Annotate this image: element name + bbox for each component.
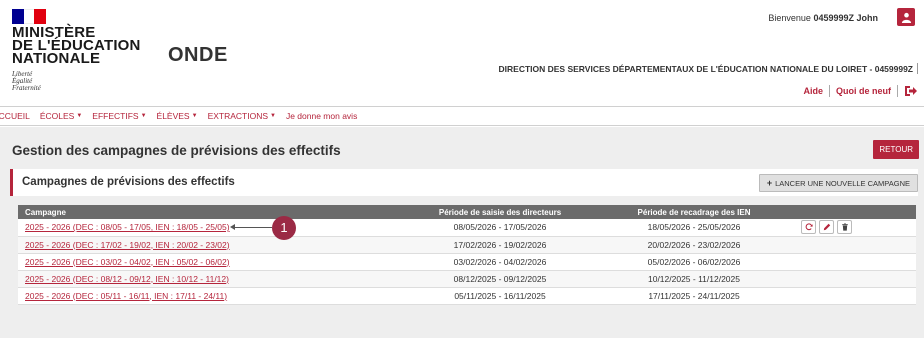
logout-icon[interactable] xyxy=(904,84,918,98)
recadrage-period: 10/12/2025 - 11/12/2025 xyxy=(647,273,740,284)
table-row: 2025 - 2026 (DEC : 08/05 - 17/05, IEN : … xyxy=(18,216,916,240)
panel-header: Campagnes de prévisions des effectifs + L… xyxy=(10,169,918,196)
caret-down-icon: ▼ xyxy=(76,113,83,119)
campaign-link[interactable]: 2025 - 2026 (DEC : 08/12 - 09/12, IEN : … xyxy=(25,274,229,284)
campaigns-panel: Campagnes de prévisions des effectifs + L… xyxy=(10,169,918,334)
refresh-icon xyxy=(805,223,813,231)
campaign-link[interactable]: 2025 - 2026 (DEC : 03/02 - 04/02, IEN : … xyxy=(25,257,230,267)
actions-cell xyxy=(784,287,916,304)
site-header: MINISTÈRE DE L'ÉDUCATION NATIONALE Liber… xyxy=(0,0,924,106)
campaign-cell: 2025 - 2026 (DEC : 08/12 - 09/12, IEN : … xyxy=(18,270,396,287)
nav-label: ÉLÈVES xyxy=(156,111,190,121)
saisie-period: 17/02/2026 - 19/02/2026 xyxy=(453,239,547,250)
header-links: Aide Quoi de neuf xyxy=(803,84,918,98)
help-link[interactable]: Aide xyxy=(803,86,823,96)
annotation-arrow xyxy=(230,224,272,230)
actions-cell xyxy=(784,219,916,236)
back-button[interactable]: RETOUR xyxy=(873,140,919,159)
user-menu-button[interactable] xyxy=(897,8,915,26)
nav-accueil[interactable]: ACCUEIL xyxy=(0,111,35,121)
new-campaign-label: LANCER UNE NOUVELLE CAMPAGNE xyxy=(775,179,910,188)
nav-label: ÉCOLES xyxy=(39,111,75,121)
actions-cell xyxy=(784,236,916,253)
republic-motto: Liberté Égalité Fraternité xyxy=(12,71,41,92)
nav-avis[interactable]: Je donne mon avis xyxy=(281,111,362,121)
caret-down-icon: ▼ xyxy=(191,113,198,119)
column-header-recadrage[interactable]: Période de recadrage des IEN xyxy=(604,205,784,219)
nav-eleves[interactable]: ÉLÈVES ▼ xyxy=(152,111,203,121)
recadrage-period: 20/02/2026 - 23/02/2026 xyxy=(647,239,741,250)
welcome-prefix: Bienvenue xyxy=(768,13,811,23)
campaign-cell: 2025 - 2026 (DEC : 08/05 - 17/05, IEN : … xyxy=(18,216,396,240)
ministry-name: MINISTÈRE DE L'ÉDUCATION NATIONALE xyxy=(12,25,141,66)
nav-extractions[interactable]: EXTRACTIONS ▼ xyxy=(203,111,281,121)
actions-cell xyxy=(784,270,916,287)
saisie-period: 08/05/2026 - 17/05/2026 xyxy=(453,222,547,233)
recadrage-period: 17/11/2025 - 24/11/2025 xyxy=(648,290,740,301)
actions-cell xyxy=(784,253,916,270)
saisie-period: 03/02/2026 - 04/02/2026 xyxy=(453,256,547,267)
caret-down-icon: ▼ xyxy=(270,113,276,119)
plus-icon: + xyxy=(766,178,773,188)
column-header-campagne[interactable]: Campagne xyxy=(18,205,396,219)
recadrage-period: 18/05/2026 - 25/05/2026 xyxy=(647,222,741,233)
nav-ecoles[interactable]: ÉCOLES ▼ xyxy=(35,111,87,121)
campaign-link[interactable]: 2025 - 2026 (DEC : 17/02 - 19/02, IEN : … xyxy=(25,240,230,250)
trash-icon xyxy=(841,223,848,231)
column-header-actions xyxy=(784,205,916,219)
campaign-link[interactable]: 2025 - 2026 (DEC : 05/11 - 16/11, IEN : … xyxy=(25,291,227,301)
campaign-cell: 2025 - 2026 (DEC : 03/02 - 04/02, IEN : … xyxy=(18,253,396,270)
user-icon xyxy=(901,12,911,23)
nav-label: ACCUEIL xyxy=(0,111,30,121)
saisie-period: 05/11/2025 - 16/11/2025 xyxy=(454,290,546,301)
delete-button[interactable] xyxy=(837,220,852,235)
nav-label: EFFECTIFS xyxy=(92,111,139,121)
edit-button[interactable] xyxy=(819,220,834,235)
recadrage-period: 05/02/2026 - 06/02/2026 xyxy=(647,256,741,267)
nav-label: Je donne mon avis xyxy=(285,111,358,121)
table-row: 2025 - 2026 (DEC : 17/02 - 19/02, IEN : … xyxy=(18,236,916,253)
welcome-text: Bienvenue 0459999Z John xyxy=(768,13,878,23)
panel-title: Campagnes de prévisions des effectifs xyxy=(22,176,235,188)
app-name: ONDE xyxy=(168,44,228,66)
table-row: 2025 - 2026 (DEC : 08/12 - 09/12, IEN : … xyxy=(18,270,916,287)
divider xyxy=(897,85,898,97)
main-nav: ACCUEIL ÉCOLES▼ EFFECTIFS▼ ÉLÈVES▼ EXTRA… xyxy=(0,106,924,126)
page-title: Gestion des campagnes de prévisions des … xyxy=(12,143,341,158)
campaign-link[interactable]: 2025 - 2026 (DEC : 08/05 - 17/05, IEN : … xyxy=(25,222,230,232)
main-content: Gestion des campagnes de prévisions des … xyxy=(0,127,924,338)
nav-label: EXTRACTIONS xyxy=(207,111,269,121)
news-link[interactable]: Quoi de neuf xyxy=(836,86,891,96)
campaign-cell: 2025 - 2026 (DEC : 17/02 - 19/02, IEN : … xyxy=(18,236,396,253)
nav-effectifs[interactable]: EFFECTIFS ▼ xyxy=(87,111,151,121)
marianne-flag-logo xyxy=(12,9,46,24)
divider xyxy=(829,85,830,97)
table-header-row: Campagne Période de saisie des directeur… xyxy=(18,205,916,219)
saisie-period: 08/12/2025 - 09/12/2025 xyxy=(453,273,547,284)
column-header-saisie[interactable]: Période de saisie des directeurs xyxy=(396,205,604,219)
table-row: 2025 - 2026 (DEC : 05/11 - 16/11, IEN : … xyxy=(18,287,916,304)
new-campaign-button[interactable]: + LANCER UNE NOUVELLE CAMPAGNE xyxy=(758,174,918,192)
campaign-cell: 2025 - 2026 (DEC : 05/11 - 16/11, IEN : … xyxy=(18,287,396,304)
row-actions xyxy=(801,220,909,235)
table-row: 2025 - 2026 (DEC : 03/02 - 04/02, IEN : … xyxy=(18,253,916,270)
direction-label: DIRECTION DES SERVICES DÉPARTEMENTAUX DE… xyxy=(499,63,918,74)
pencil-icon xyxy=(823,224,830,231)
refresh-button[interactable] xyxy=(801,220,816,235)
campaigns-table: Campagne Période de saisie des directeur… xyxy=(18,205,916,305)
caret-down-icon: ▼ xyxy=(140,113,147,119)
user-name: 0459999Z John xyxy=(813,13,878,23)
motto-line: Fraternité xyxy=(12,84,41,92)
